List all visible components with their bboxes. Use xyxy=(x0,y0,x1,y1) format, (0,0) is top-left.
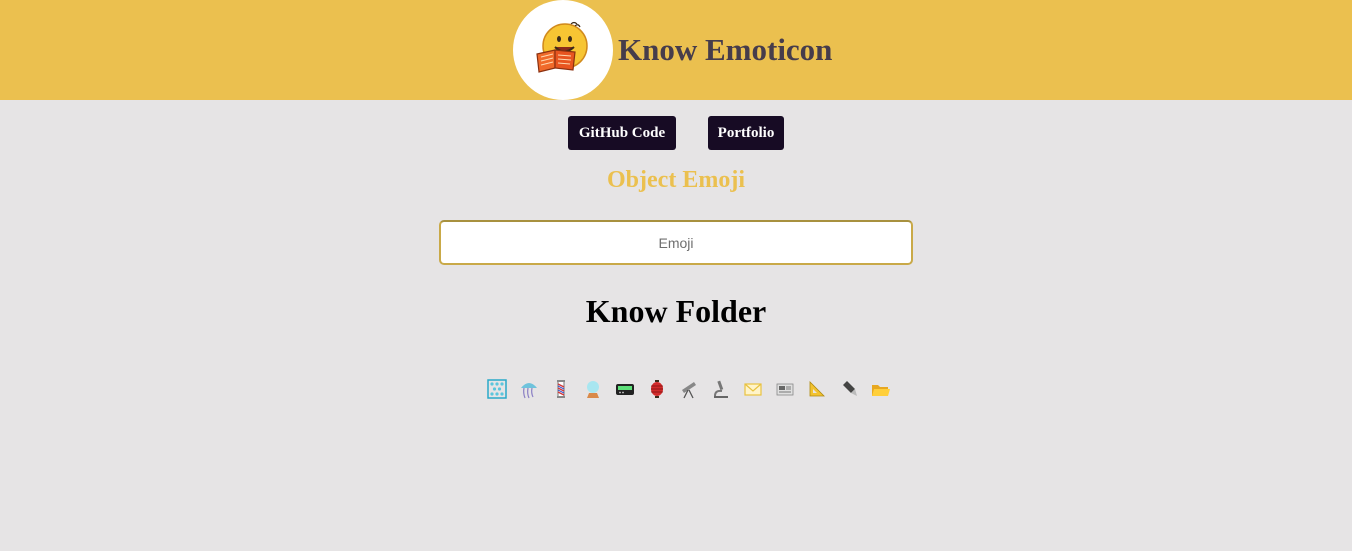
github-code-button[interactable]: GitHub Code xyxy=(568,116,676,150)
envelope-icon[interactable] xyxy=(742,378,764,400)
emoji-list xyxy=(480,378,890,400)
app-title: Know Emoticon xyxy=(618,32,833,67)
microscope-icon[interactable] xyxy=(710,378,732,400)
red-paper-lantern-icon[interactable] xyxy=(646,378,668,400)
app-header: Know Emoticon xyxy=(0,0,1352,100)
logo xyxy=(513,0,613,100)
jellyfish-icon[interactable] xyxy=(518,378,540,400)
telescope-icon[interactable] xyxy=(678,378,700,400)
pen-icon[interactable] xyxy=(838,378,860,400)
emoji-meaning-title: Know Folder xyxy=(585,293,767,329)
open-file-folder-icon[interactable] xyxy=(870,378,892,400)
crystal-ball-icon[interactable] xyxy=(582,378,604,400)
abacus-icon[interactable] xyxy=(486,378,508,400)
triangular-ruler-icon[interactable] xyxy=(806,378,828,400)
smiley-reading-book-icon xyxy=(536,21,588,73)
pager-icon[interactable] xyxy=(614,378,636,400)
emoji-search-input[interactable] xyxy=(439,220,913,265)
newspaper-icon[interactable] xyxy=(774,378,796,400)
portfolio-button[interactable]: Portfolio xyxy=(708,116,784,150)
barber-pole-icon[interactable] xyxy=(550,378,572,400)
section-title: Object Emoji xyxy=(607,167,745,193)
